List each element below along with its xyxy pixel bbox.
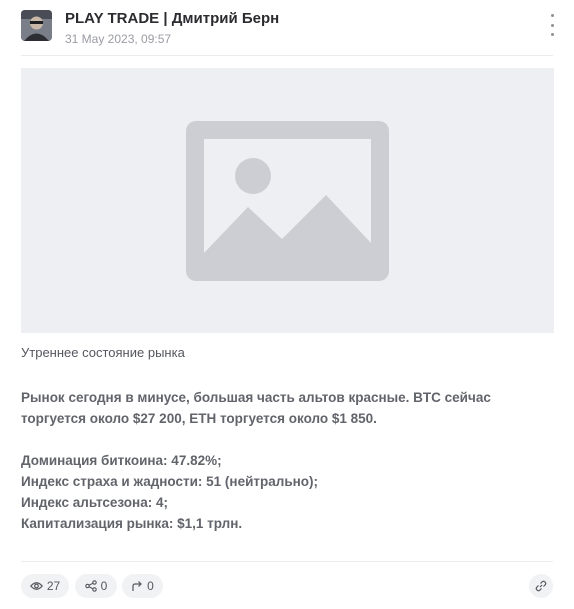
more-dot-icon <box>550 14 554 17</box>
share-nodes-icon <box>84 580 97 592</box>
more-dot-icon <box>550 23 554 27</box>
footer-divider <box>21 561 553 562</box>
text-line: Доминация биткоина: 47.82%; <box>21 453 222 468</box>
image-placeholder-icon <box>186 121 389 281</box>
text-line: Рынок сегодня в минусе, большая часть ал… <box>21 390 491 405</box>
post-image[interactable] <box>21 68 554 333</box>
text-line: Индекс альтсезона: 4; <box>21 495 168 510</box>
image-caption: Утреннее состояние рынка <box>21 345 185 360</box>
channel-avatar[interactable] <box>21 10 52 41</box>
header-divider <box>21 55 553 56</box>
channel-name[interactable]: PLAY TRADE | Дмитрий Берн <box>65 10 279 27</box>
post-footer: 27 0 0 <box>21 574 553 598</box>
views-count: 27 <box>46 579 61 593</box>
more-dot-icon <box>550 33 554 36</box>
forwards-counter[interactable]: 0 <box>122 574 163 598</box>
more-options-button[interactable] <box>546 14 558 36</box>
forwards-count: 0 <box>147 579 154 593</box>
reposts-counter[interactable]: 0 <box>75 574 117 598</box>
reposts-count: 0 <box>100 579 108 593</box>
views-counter[interactable]: 27 <box>21 574 69 598</box>
link-icon <box>535 580 547 592</box>
post-date: 31 May 2023, 09:57 <box>65 32 172 46</box>
post-header: PLAY TRADE | Дмитрий Берн 31 May 2023, 0… <box>21 8 562 48</box>
text-line: Капитализация рынка: $1,1 трлн. <box>21 516 243 531</box>
eye-icon <box>29 582 43 590</box>
text-line: Индекс страха и жадности: 51 (нейтрально… <box>21 474 319 489</box>
forward-arrow-icon <box>132 581 143 591</box>
copy-link-button[interactable] <box>529 574 553 598</box>
post-text: Рынок сегодня в минусе, большая часть ал… <box>21 387 541 534</box>
text-line: торгуется около $27 200, ETH торгуется о… <box>21 411 377 426</box>
